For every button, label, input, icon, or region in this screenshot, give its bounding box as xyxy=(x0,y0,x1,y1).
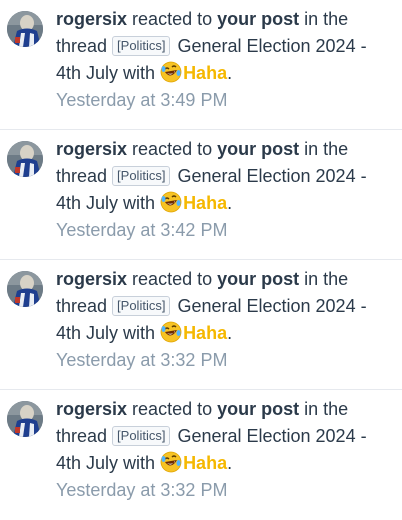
username-link[interactable]: rogersix xyxy=(56,269,127,289)
alert-time: Yesterday at 3:32 PM xyxy=(56,480,228,500)
alert-item[interactable]: rogersix reacted to your post in the thr… xyxy=(0,130,402,260)
alert-item[interactable]: rogersix reacted to your post in the thr… xyxy=(0,260,402,390)
username-link[interactable]: rogersix xyxy=(56,399,127,419)
post-link[interactable]: your post xyxy=(217,269,299,289)
alert-message: rogersix reacted to your post in the thr… xyxy=(56,6,396,87)
avatar-image xyxy=(7,11,43,47)
period-text: . xyxy=(227,193,233,213)
thread-prefix-label[interactable]: [Politics] xyxy=(112,166,171,186)
reaction-name: Haha xyxy=(183,63,228,83)
laughing-emoji-icon xyxy=(160,191,182,213)
alert-time: Yesterday at 3:49 PM xyxy=(56,90,228,110)
avatar[interactable] xyxy=(7,401,43,437)
alert-message: rogersix reacted to your post in the thr… xyxy=(56,266,396,347)
alert-item[interactable]: rogersix reacted to your post in the thr… xyxy=(0,0,402,130)
laughing-emoji-icon xyxy=(160,451,182,473)
period-text: . xyxy=(227,63,233,83)
action-text: reacted to xyxy=(127,399,218,419)
avatar[interactable] xyxy=(7,271,43,307)
alert-message: rogersix reacted to your post in the thr… xyxy=(56,396,396,477)
username-link[interactable]: rogersix xyxy=(56,9,127,29)
period-text: . xyxy=(227,453,233,473)
thread-prefix-label[interactable]: [Politics] xyxy=(112,426,171,446)
action-text: reacted to xyxy=(127,269,218,289)
post-link[interactable]: your post xyxy=(217,399,299,419)
alert-body: rogersix reacted to your post in the thr… xyxy=(56,136,396,244)
reaction-name: Haha xyxy=(183,453,228,473)
reaction-name: Haha xyxy=(183,193,228,213)
action-text: reacted to xyxy=(127,139,218,159)
alert-body: rogersix reacted to your post in the thr… xyxy=(56,396,396,504)
with-text: with xyxy=(118,193,161,213)
alert-item[interactable]: rogersix reacted to your post in the thr… xyxy=(0,390,402,520)
reaction-name: Haha xyxy=(183,323,228,343)
alert-list: rogersix reacted to your post in the thr… xyxy=(0,0,402,520)
post-link[interactable]: your post xyxy=(217,9,299,29)
username-link[interactable]: rogersix xyxy=(56,139,127,159)
thread-prefix-label[interactable]: [Politics] xyxy=(112,296,171,316)
alert-time: Yesterday at 3:32 PM xyxy=(56,350,228,370)
alert-time: Yesterday at 3:42 PM xyxy=(56,220,228,240)
period-text: . xyxy=(227,323,233,343)
avatar[interactable] xyxy=(7,11,43,47)
avatar[interactable] xyxy=(7,141,43,177)
avatar-image xyxy=(7,271,43,307)
laughing-emoji-icon xyxy=(160,321,182,343)
thread-prefix-label[interactable]: [Politics] xyxy=(112,36,171,56)
with-text: with xyxy=(118,63,161,83)
alert-message: rogersix reacted to your post in the thr… xyxy=(56,136,396,217)
alert-body: rogersix reacted to your post in the thr… xyxy=(56,266,396,374)
action-text: reacted to xyxy=(127,9,218,29)
post-link[interactable]: your post xyxy=(217,139,299,159)
avatar-image xyxy=(7,401,43,437)
with-text: with xyxy=(118,323,161,343)
avatar-image xyxy=(7,141,43,177)
with-text: with xyxy=(118,453,161,473)
alert-body: rogersix reacted to your post in the thr… xyxy=(56,6,396,114)
laughing-emoji-icon xyxy=(160,61,182,83)
